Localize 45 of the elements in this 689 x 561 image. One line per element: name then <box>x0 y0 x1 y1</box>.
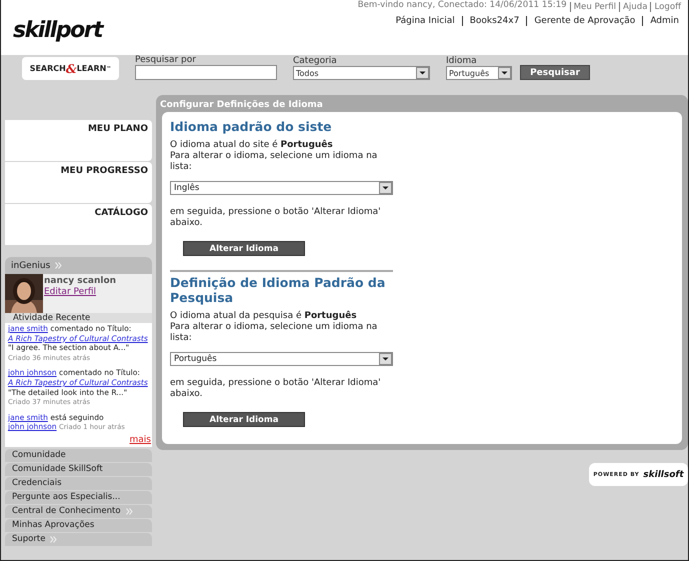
section-heading: Idioma padrão do siste <box>170 119 333 134</box>
menu-item[interactable]: Suporte <box>5 532 152 546</box>
sidebar-box[interactable]: MEU PROGRESSO <box>5 162 152 203</box>
sidebar-box[interactable]: MEU PLANO <box>5 120 152 161</box>
double-chevron-icon <box>55 262 62 269</box>
instruction-text: Para alterar o idioma, selecione um idioma na lista: <box>170 151 378 173</box>
language-dropdown[interactable]: Português <box>170 352 393 366</box>
menu-item[interactable]: Credenciais <box>5 476 152 490</box>
sidebar-box[interactable]: CATÁLOGO <box>5 204 152 245</box>
instruction-text: Para alterar o idioma, selecione um idioma na lista: <box>170 322 378 344</box>
section-heading: Definição de Idioma Padrão da Pesquisa <box>170 275 386 305</box>
field-label: Pesquisar por <box>135 55 197 65</box>
nav-link[interactable]: Página Inicial <box>388 16 462 26</box>
change-language-button[interactable]: Alterar Idioma <box>183 241 305 256</box>
top-link[interactable]: Ajuda <box>619 2 650 12</box>
search-field[interactable] <box>135 65 277 80</box>
user-name: nancy scanlon <box>44 276 116 287</box>
menu-item[interactable]: Pergunte aos Especialis... <box>5 490 152 504</box>
menu-item[interactable]: Central de Conhecimento <box>5 504 152 518</box>
change-language-button[interactable]: Alterar Idioma <box>183 412 305 427</box>
panel-title: inGenius <box>11 260 50 270</box>
menu-item[interactable]: Comunidade SkillSoft <box>5 462 152 476</box>
current-language-text: O idioma atual da pesquisa é Português <box>170 311 358 322</box>
menu-item[interactable]: Minhas Aprovações <box>5 518 152 532</box>
nav-link[interactable]: Admin <box>642 16 686 26</box>
field-label: Idioma <box>446 56 478 66</box>
instruction-text: em seguida, pressione o botão 'Alterar Idioma' abaixo. <box>170 207 382 229</box>
instruction-text: em seguida, pressione o botão 'Alterar Idioma' abaixo. <box>170 378 382 400</box>
dropdown[interactable]: Português <box>446 66 512 80</box>
search-button[interactable]: Pesquisar <box>520 65 590 80</box>
logo: skillport <box>13 18 102 43</box>
field-label: Categoria <box>293 56 338 66</box>
welcome-text: Bem-vindo nancy, Conectado: 14/06/2011 15:19 <box>356 0 568 12</box>
more-link[interactable]: mais <box>130 434 151 445</box>
language-dropdown[interactable]: Inglês <box>170 181 393 195</box>
menu-item[interactable]: Comunidade <box>5 448 152 462</box>
nav-link[interactable]: Gerente de Aprovação <box>526 16 642 26</box>
current-language-text: O idioma atual do site é Português <box>170 140 334 151</box>
dropdown[interactable]: Todos <box>293 66 430 80</box>
section-title: Atividade Recente <box>5 313 152 323</box>
top-link[interactable]: Logoff <box>650 2 684 12</box>
nav-link[interactable]: Books24x7 <box>462 16 526 26</box>
top-link[interactable]: Meu Perfil <box>570 2 620 12</box>
edit-profile-link[interactable]: Editar Perfil <box>44 287 116 298</box>
panel-title: Configurar Definições de Idioma <box>160 99 324 112</box>
